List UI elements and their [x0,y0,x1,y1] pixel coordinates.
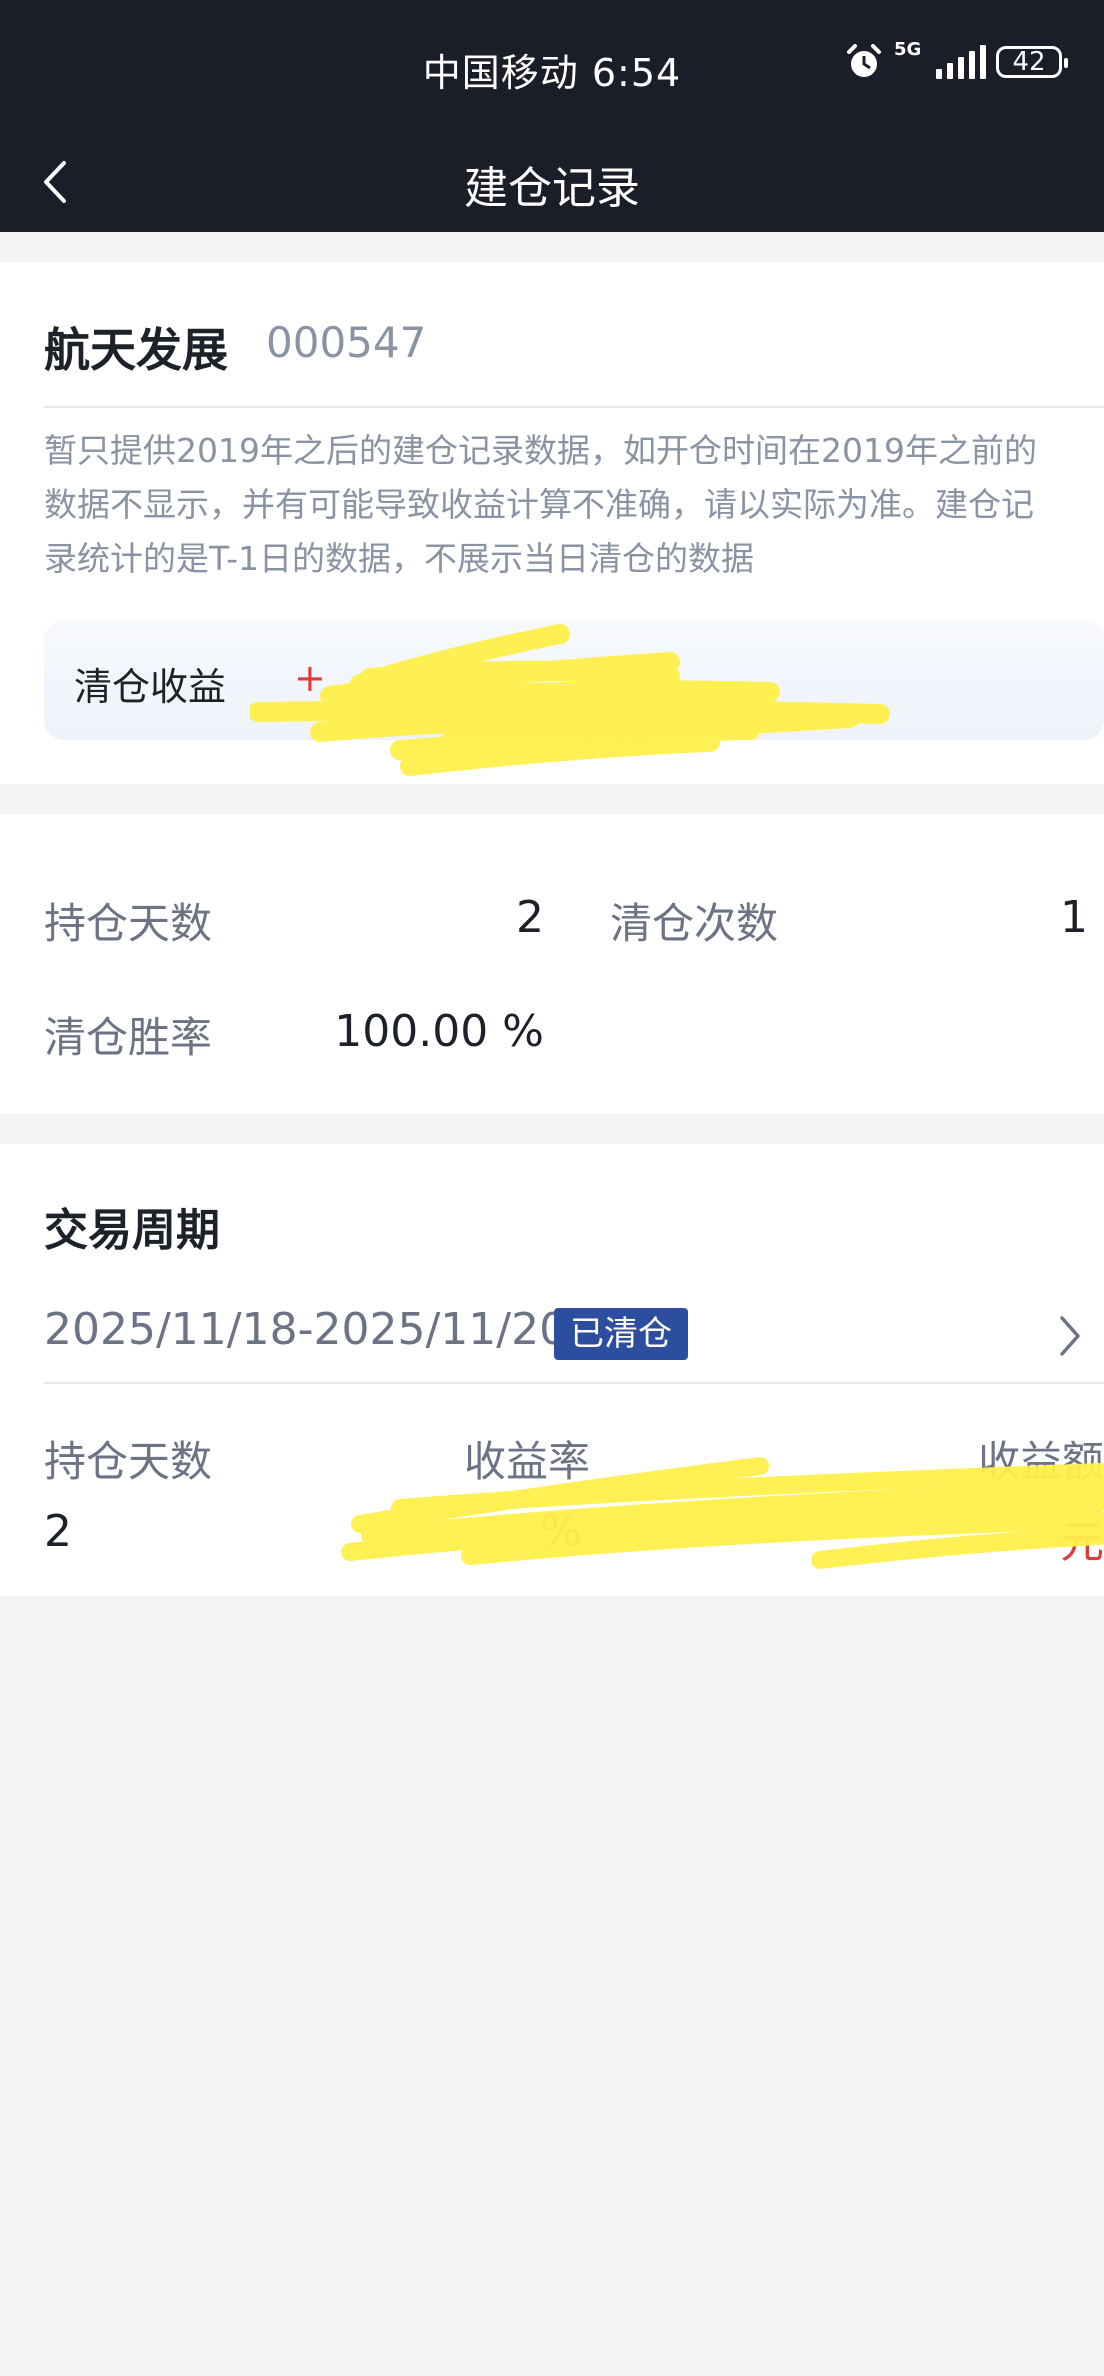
hold-days-label: 持仓天数 [44,899,213,948]
stats-card: 持仓天数 2 清仓次数 1 清仓胜率 100.00 % [0,814,1104,1114]
nav-bar: 建仓记录 [0,132,1104,232]
clear-count-value: 1 [1060,892,1088,943]
signal-icon: 5G [894,39,986,79]
col-header-return-rate: 收益率 [464,1437,591,1486]
chevron-right-icon [1060,1316,1080,1356]
status-badge: 已清仓 [554,1308,688,1360]
divider [44,406,1104,408]
hold-days-value: 2 [516,892,544,943]
win-rate-value: 100.00 % [334,1006,544,1057]
clear-count-label: 清仓次数 [610,899,779,948]
notice-line: 数据不显示，并有可能导致收益计算不准确，请以实际为准。建仓记 [44,485,1034,524]
alarm-icon [847,44,881,77]
notice-line: 录统计的是T-1日的数据，不展示当日清仓的数据 [44,539,755,578]
stock-card: 航天发展 000547 暂只提供2019年之后的建仓记录数据，如开仓时间在201… [0,262,1104,784]
clearance-profit-label: 清仓收益 [74,665,227,709]
col-header-return-amount: 收益额 [978,1437,1104,1486]
battery-icon: 42 [996,46,1068,78]
stock-code: 000547 [266,318,427,367]
network-label: 5G [894,39,922,60]
notice-text: 暂只提供2019年之后的建仓记录数据，如开仓时间在2019年之前的 数据不显示，… [44,424,1104,586]
stock-name: 航天发展 [44,323,228,377]
value-hold-days: 2 [44,1506,72,1557]
divider [44,1382,1104,1384]
value-return-rate: % [540,1506,582,1557]
value-return-amount: 元 [1060,1517,1104,1568]
period-range: 2025/11/18-2025/11/20 [44,1304,568,1355]
clearance-profit-value: + [294,656,326,700]
notice-line: 暂只提供2019年之后的建仓记录数据，如开仓时间在2019年之前的 [44,431,1037,470]
trade-period-card: 交易周期 2025/11/18-2025/11/20 已清仓 持仓天数 收益率 … [0,1144,1104,1596]
trade-period-row[interactable]: 2025/11/18-2025/11/20 已清仓 [44,1284,1104,1390]
col-header-hold-days: 持仓天数 [44,1437,213,1486]
section-title: 交易周期 [44,1205,220,1256]
clearance-profit-box: 清仓收益 + [44,620,1104,740]
win-rate-label: 清仓胜率 [44,1013,213,1062]
status-icons: 5G 42 [844,39,1068,82]
status-bar: 中国移动 6:54 5G 42 [0,0,1104,132]
page-title: 建仓记录 [464,163,640,214]
